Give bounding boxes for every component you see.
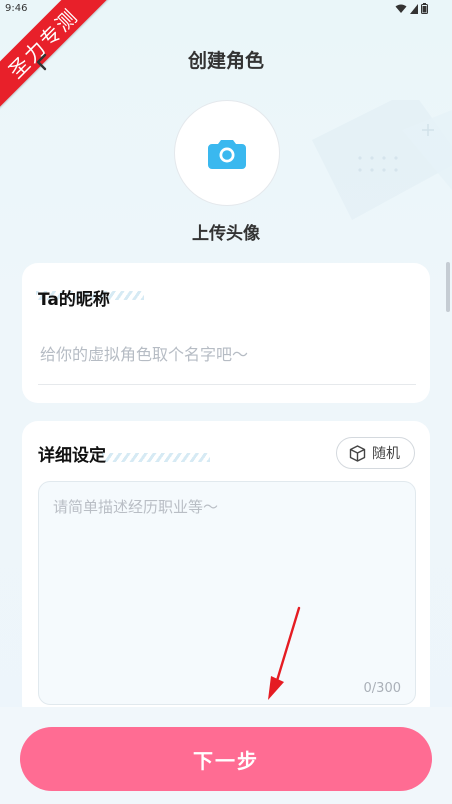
avatar-upload-button[interactable] bbox=[174, 100, 280, 206]
next-step-button[interactable]: 下一步 bbox=[20, 727, 432, 791]
page-title: 创建角色 bbox=[187, 50, 264, 72]
random-label: 随机 bbox=[372, 446, 400, 462]
dice-icon bbox=[349, 444, 366, 462]
annotation-arrow-icon bbox=[268, 606, 301, 700]
upload-avatar-label: 上传头像 bbox=[192, 224, 260, 244]
scrollbar-thumb[interactable] bbox=[446, 262, 450, 312]
battery-icon bbox=[421, 3, 428, 14]
status-time: 9:46 bbox=[5, 3, 28, 14]
nickname-card: Ta的昵称 bbox=[22, 263, 430, 403]
title-stripe bbox=[102, 453, 210, 462]
nickname-divider bbox=[38, 384, 416, 385]
detail-textarea[interactable] bbox=[53, 496, 399, 666]
detail-textarea-box: 0/300 bbox=[38, 481, 416, 705]
system-icons bbox=[395, 3, 428, 14]
detail-title: 详细设定 bbox=[38, 446, 106, 466]
character-counter: 0/300 bbox=[363, 681, 401, 696]
wifi-icon bbox=[395, 4, 407, 13]
background-decoration bbox=[312, 100, 452, 220]
signal-icon bbox=[410, 3, 418, 14]
camera-icon bbox=[208, 140, 246, 169]
nickname-title: Ta的昵称 bbox=[38, 290, 110, 310]
nickname-input[interactable] bbox=[40, 343, 412, 365]
detail-card: 详细设定 随机 0/300 bbox=[22, 421, 430, 721]
random-button[interactable]: 随机 bbox=[336, 437, 415, 469]
